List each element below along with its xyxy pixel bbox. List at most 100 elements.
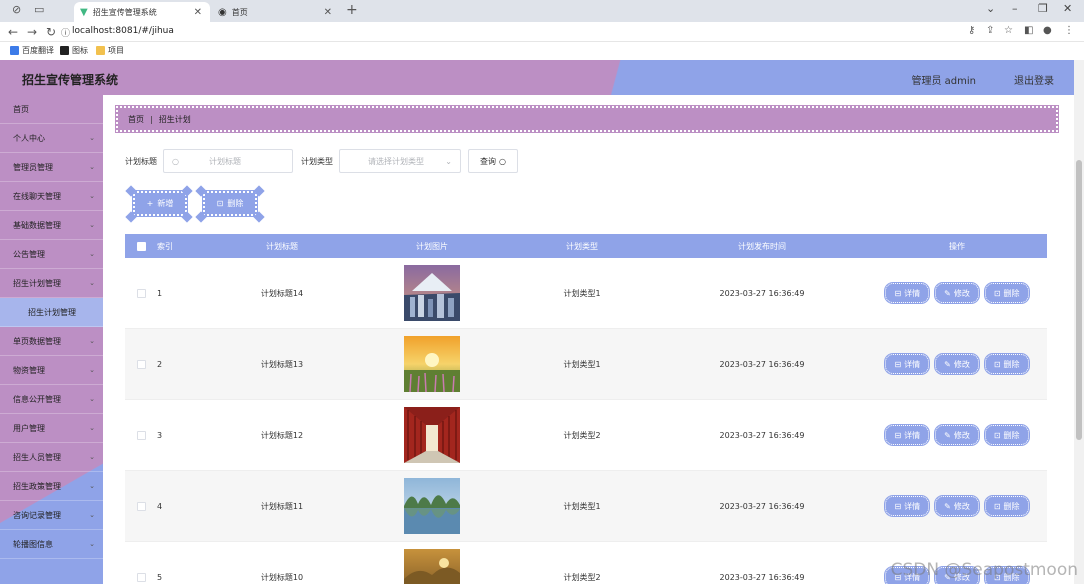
select-all-checkbox[interactable] xyxy=(136,241,146,251)
edit-label: 修改 xyxy=(953,288,970,298)
page-scrollbar[interactable] xyxy=(1074,60,1084,584)
document-icon: ⊟ xyxy=(894,430,902,440)
plan-image[interactable] xyxy=(404,336,460,392)
chevron-down-icon: ⌄ xyxy=(89,395,95,403)
detail-label: 详情 xyxy=(904,501,921,511)
delete-button[interactable]: ⊡ 删除 xyxy=(983,282,1030,304)
sidebar-item[interactable]: 单页数据管理 ⌄ xyxy=(0,327,103,356)
sidebar-subitem[interactable]: 招生计划管理 xyxy=(0,298,103,327)
detail-label: 详情 xyxy=(904,430,921,440)
sidebar-item[interactable]: 用户管理 ⌄ xyxy=(0,414,103,443)
logout-link[interactable]: 退出登录 xyxy=(1014,72,1054,87)
detail-button[interactable]: ⊟ 详情 xyxy=(884,495,931,517)
bookmark-project[interactable]: 项目 xyxy=(96,45,124,56)
edit-button[interactable]: ✎ 修改 xyxy=(934,495,980,517)
sidebar-item[interactable]: 轮播图信息 ⌄ xyxy=(0,530,103,559)
chevron-down-icon: ⌄ xyxy=(89,453,95,461)
cell-index: 2 xyxy=(157,359,163,369)
browser-menu-icon[interactable]: ⊘ xyxy=(12,3,21,16)
header-title: 计划标题 xyxy=(266,241,298,251)
close-icon[interactable]: ✕ xyxy=(194,7,202,18)
key-icon[interactable]: ⚷ xyxy=(968,25,975,36)
watermark: CSDN @Seapostmoon xyxy=(890,560,1078,580)
query-button[interactable]: 查询 ○ xyxy=(468,149,518,173)
sidebar-item[interactable]: 公告管理 ⌄ xyxy=(0,240,103,269)
restore-icon[interactable]: ❐ xyxy=(1038,2,1048,15)
sidepanel-icon[interactable]: ◧ xyxy=(1024,25,1033,36)
profile-icon[interactable]: ● xyxy=(1043,25,1052,36)
bookmark-icons[interactable]: 图标 xyxy=(60,45,88,56)
delete-button[interactable]: ⊡ 删除 xyxy=(983,424,1030,446)
sidebar-item[interactable]: 首页 xyxy=(0,95,103,124)
batch-delete-button[interactable]: ⊡ 删除 xyxy=(202,190,258,217)
detail-button[interactable]: ⊟ 详情 xyxy=(884,353,931,375)
detail-button[interactable]: ⊟ 详情 xyxy=(884,282,931,304)
detail-label: 详情 xyxy=(904,359,921,369)
edit-icon: ✎ xyxy=(944,288,951,298)
tab-app[interactable]: ▼ 招生宣传管理系统 ✕ xyxy=(74,2,210,22)
cell-time: 2023-03-27 16:36:49 xyxy=(719,572,805,582)
back-icon[interactable]: ← xyxy=(8,25,18,39)
row-checkbox[interactable] xyxy=(136,572,146,582)
plan-image[interactable] xyxy=(404,549,460,584)
detail-button[interactable]: ⊟ 详情 xyxy=(884,424,931,446)
plan-image[interactable] xyxy=(404,407,460,463)
sidebar-item[interactable]: 个人中心 ⌄ xyxy=(0,124,103,153)
delete-label: 删除 xyxy=(1003,359,1020,369)
row-checkbox[interactable] xyxy=(136,430,146,440)
trash-icon: ⊡ xyxy=(993,288,1001,298)
type-select[interactable]: 请选择计划类型 ⌄ xyxy=(339,149,461,173)
title-search-input[interactable]: ○ 计划标题 xyxy=(163,149,293,173)
sidebar-item-label: 用户管理 xyxy=(13,423,45,433)
tab-home[interactable]: ◉ 首页 ✕ xyxy=(212,2,340,22)
bookmark-translate[interactable]: 百度翻译 xyxy=(10,45,54,56)
row-checkbox[interactable] xyxy=(136,501,146,511)
row-checkbox[interactable] xyxy=(136,288,146,298)
edit-button[interactable]: ✎ 修改 xyxy=(934,424,980,446)
tab-group-icon[interactable]: ▭ xyxy=(34,3,44,16)
image-icon xyxy=(60,46,69,55)
forward-icon[interactable]: → xyxy=(27,25,37,39)
sidebar-item[interactable]: 物资管理 ⌄ xyxy=(0,356,103,385)
trash-icon: ⊡ xyxy=(993,501,1001,511)
sidebar-item[interactable]: 招生政策管理 ⌄ xyxy=(0,472,103,501)
scroll-thumb[interactable] xyxy=(1076,160,1082,440)
cell-index: 1 xyxy=(157,288,163,298)
sidebar-item-label: 管理员管理 xyxy=(13,162,53,172)
info-icon[interactable]: ⓘ xyxy=(61,26,70,39)
chevron-down-icon[interactable]: ⌄ xyxy=(986,2,995,15)
more-icon[interactable]: ⋮ xyxy=(1064,25,1074,36)
delete-button[interactable]: ⊡ 删除 xyxy=(983,353,1030,375)
sidebar-item[interactable]: 管理员管理 ⌄ xyxy=(0,153,103,182)
cell-time: 2023-03-27 16:36:49 xyxy=(719,288,805,298)
minimize-icon[interactable]: – xyxy=(1012,2,1018,15)
plan-image[interactable] xyxy=(404,478,460,534)
sidebar-item[interactable]: 招生计划管理 ⌄ xyxy=(0,269,103,298)
edit-button[interactable]: ✎ 修改 xyxy=(934,353,980,375)
sidebar-item[interactable]: 招生人员管理 ⌄ xyxy=(0,443,103,472)
edit-label: 修改 xyxy=(953,430,970,440)
header-image: 计划图片 xyxy=(416,241,448,251)
star-icon[interactable]: ☆ xyxy=(1004,25,1013,36)
query-label: 查询 xyxy=(480,156,496,166)
sidebar-item[interactable]: 咨询记录管理 ⌄ xyxy=(0,501,103,530)
sidebar-item[interactable]: 基础数据管理 ⌄ xyxy=(0,211,103,240)
new-tab-icon[interactable]: + xyxy=(346,2,358,18)
reload-icon[interactable]: ↻ xyxy=(46,25,56,39)
close-icon[interactable]: ✕ xyxy=(324,7,332,18)
chevron-down-icon: ⌄ xyxy=(89,424,95,432)
delete-button[interactable]: ⊡ 删除 xyxy=(983,495,1030,517)
breadcrumb-home[interactable]: 首页 xyxy=(128,114,144,125)
cell-type: 计划类型1 xyxy=(563,288,601,298)
url-field[interactable]: localhost:8081/#/jihua xyxy=(72,26,174,36)
sidebar-item[interactable]: 在线聊天管理 ⌄ xyxy=(0,182,103,211)
add-button[interactable]: + 新增 xyxy=(132,190,188,217)
sidebar-item[interactable]: 信息公开管理 ⌄ xyxy=(0,385,103,414)
row-checkbox[interactable] xyxy=(136,359,146,369)
share-icon[interactable]: ⇪ xyxy=(986,25,994,36)
close-window-icon[interactable]: ✕ xyxy=(1063,2,1072,15)
cell-time: 2023-03-27 16:36:49 xyxy=(719,359,805,369)
document-icon: ⊟ xyxy=(894,288,902,298)
edit-button[interactable]: ✎ 修改 xyxy=(934,282,980,304)
plan-image[interactable] xyxy=(404,265,460,321)
